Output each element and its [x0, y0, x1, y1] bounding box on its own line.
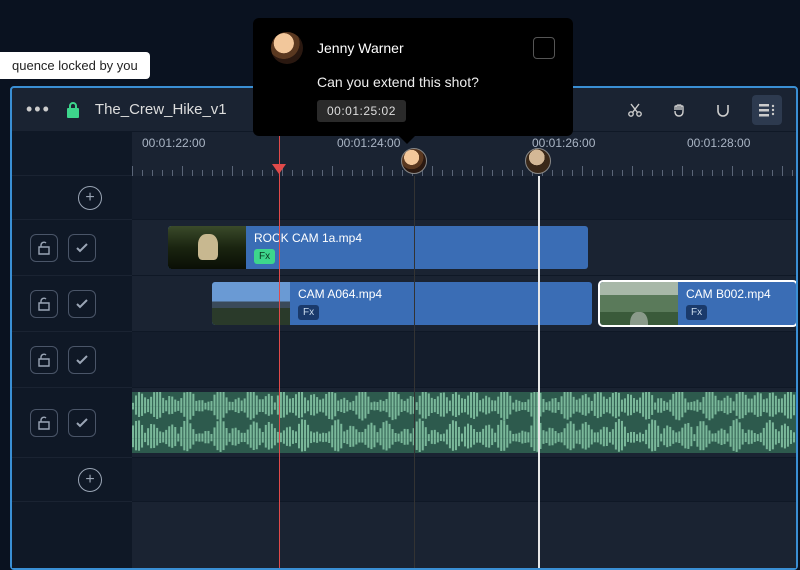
track-lock-button[interactable]: [30, 290, 58, 318]
fx-badge[interactable]: Fx: [298, 305, 319, 320]
track-header-v2: [12, 276, 132, 332]
hand-tool-button[interactable]: [664, 95, 694, 125]
clip-thumbnail: [168, 226, 246, 269]
track-enable-button[interactable]: [68, 234, 96, 262]
cut-tool-button[interactable]: [620, 95, 650, 125]
fx-badge[interactable]: Fx: [686, 305, 707, 320]
track-header-v1: [12, 220, 132, 276]
comment-body: Can you extend this shot?: [317, 74, 555, 90]
clip-rock-cam[interactable]: ROCK CAM 1a.mp4 Fx: [168, 226, 588, 269]
comment-timecode[interactable]: 00:01:25:02: [317, 100, 406, 122]
more-icon[interactable]: •••: [26, 99, 51, 120]
clip-cam-a064[interactable]: CAM A064.mp4 Fx: [212, 282, 592, 325]
fx-badge[interactable]: Fx: [254, 249, 275, 264]
track-enable-button[interactable]: [68, 290, 96, 318]
ruler-tick-label: 00:01:28:00: [687, 136, 750, 150]
comment-author-name: Jenny Warner: [317, 40, 404, 56]
timeline-panel: ••• The_Crew_Hike_v1 +: [10, 86, 798, 570]
track-lock-button[interactable]: [30, 346, 58, 374]
snap-tool-button[interactable]: [708, 95, 738, 125]
ruler-tick-label: 00:01:24:00: [337, 136, 400, 150]
comment-author-avatar: [271, 32, 303, 64]
comment-marker-avatar[interactable]: [525, 148, 551, 174]
track-header-a1: [12, 332, 132, 388]
tracks-area[interactable]: 00:01:22:00 00:01:24:00 00:01:26:00 00:0…: [132, 132, 796, 568]
add-track-footer: +: [12, 458, 132, 502]
ruler-tick-label: 00:01:22:00: [142, 136, 205, 150]
lock-banner: quence locked by you: [0, 52, 150, 79]
clip-thumbnail: [600, 282, 678, 325]
clip-name: CAM B002.mp4: [686, 287, 771, 301]
add-track-button[interactable]: +: [78, 186, 102, 210]
track-headers: + +: [12, 132, 132, 568]
lock-icon: [65, 101, 81, 119]
track-enable-button[interactable]: [68, 409, 96, 437]
ruler-header: [12, 132, 132, 176]
audio-clip[interactable]: [132, 392, 796, 453]
sequence-name: The_Crew_Hike_v1: [95, 101, 227, 118]
clip-name: ROCK CAM 1a.mp4: [254, 231, 362, 245]
track-options-button[interactable]: [752, 95, 782, 125]
comment-marker-avatar[interactable]: [401, 148, 427, 174]
clip-cam-b002[interactable]: CAM B002.mp4 Fx: [600, 282, 796, 325]
spacer-row: [132, 176, 796, 220]
audio-track-1[interactable]: [132, 332, 796, 388]
track-lock-button[interactable]: [30, 409, 58, 437]
clip-name: CAM A064.mp4: [298, 287, 382, 301]
add-track-header: +: [12, 176, 132, 220]
audio-track-2[interactable]: [132, 388, 796, 458]
track-enable-button[interactable]: [68, 346, 96, 374]
clip-thumbnail: [212, 282, 290, 325]
track-lock-button[interactable]: [30, 234, 58, 262]
video-track-2[interactable]: CAM A064.mp4 Fx CAM B002.mp4 Fx: [132, 276, 796, 332]
spacer-row: [132, 458, 796, 502]
comment-resolve-checkbox[interactable]: [533, 37, 555, 59]
comment-popup: Jenny Warner Can you extend this shot? 0…: [253, 18, 573, 136]
track-header-a2: [12, 388, 132, 458]
add-track-button[interactable]: +: [78, 468, 102, 492]
video-track-1[interactable]: ROCK CAM 1a.mp4 Fx: [132, 220, 796, 276]
timeline-ruler[interactable]: 00:01:22:00 00:01:24:00 00:01:26:00 00:0…: [132, 132, 796, 176]
